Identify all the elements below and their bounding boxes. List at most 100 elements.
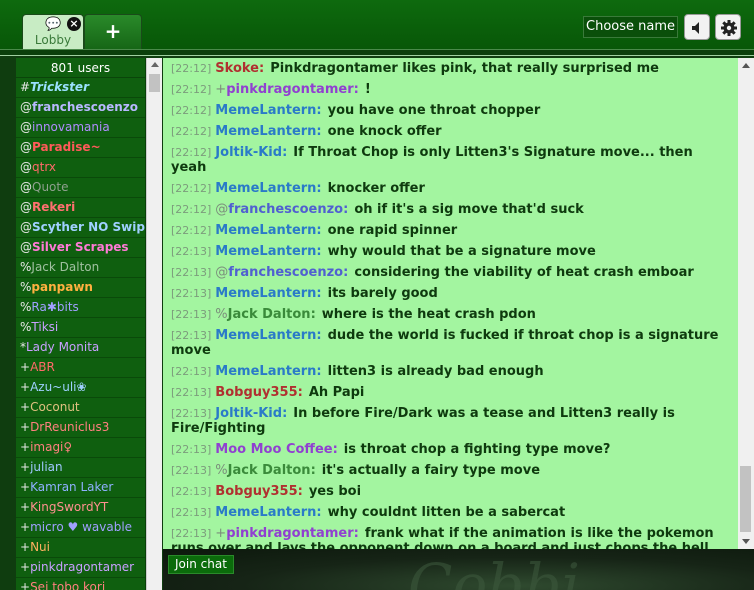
user-name[interactable]: Paradise~ — [32, 140, 101, 154]
user-name[interactable]: pinkdragontamer — [30, 560, 134, 574]
user-name[interactable]: julian — [30, 460, 63, 474]
choose-name-button[interactable]: Choose name — [583, 16, 678, 38]
user-name[interactable]: qtrx — [32, 160, 56, 174]
message-username[interactable]: +pinkdragontamer: — [215, 526, 359, 541]
user-list-item[interactable]: +julian — [16, 458, 145, 478]
message-username[interactable]: @franchescoenzo: — [215, 202, 348, 217]
user-list-item[interactable]: +Azu~uli❀ — [16, 378, 145, 398]
message-username[interactable]: Skoke: — [215, 61, 264, 76]
user-list-item[interactable]: +micro ♥ wavable — [16, 518, 145, 538]
message-text: knocker offer — [327, 181, 425, 196]
user-name[interactable]: innovamania — [32, 120, 110, 134]
message-username[interactable]: MemeLantern: — [215, 328, 321, 343]
user-name[interactable]: Jack Dalton — [31, 260, 99, 274]
user-list-item[interactable]: @Quote — [16, 178, 145, 198]
user-name[interactable]: imagi♀ — [30, 440, 72, 454]
message-username[interactable]: MemeLantern: — [215, 364, 321, 379]
message-username[interactable]: Bobguy355: — [215, 385, 303, 400]
scroll-down-arrow-icon[interactable] — [742, 539, 750, 544]
message-username[interactable]: MemeLantern: — [215, 181, 321, 196]
tab-lobby[interactable]: 💬 × Lobby — [22, 14, 84, 50]
chat-message: [22:12] MemeLantern: you have one throat c… — [171, 103, 730, 118]
message-timestamp: [22:12] — [171, 83, 212, 96]
user-name[interactable]: micro ♥ wavable — [30, 520, 132, 534]
user-list-item[interactable]: @franchescoenzo — [16, 98, 145, 118]
message-username[interactable]: MemeLantern: — [215, 505, 321, 520]
user-name[interactable]: Ra✱bits — [31, 300, 78, 314]
user-name[interactable]: Azu~uli❀ — [30, 380, 87, 394]
message-rank-symbol: @ — [215, 202, 229, 217]
scrollbar-thumb[interactable] — [149, 74, 160, 92]
user-list-item[interactable]: %Ra✱bits — [16, 298, 145, 318]
user-list-item[interactable]: +Kamran Laker — [16, 478, 145, 498]
user-name[interactable]: Quote — [32, 180, 68, 194]
user-name[interactable]: Scyther NO Swiping — [32, 220, 145, 234]
close-tab-icon[interactable]: × — [67, 17, 81, 31]
user-name[interactable]: Lady Monita — [26, 340, 99, 354]
user-rank-symbol: + — [20, 440, 31, 454]
user-list-item[interactable]: @qtrx — [16, 158, 145, 178]
user-list-item[interactable]: +Coconut — [16, 398, 145, 418]
user-list-item[interactable]: @innovamania — [16, 118, 145, 138]
user-name[interactable]: KingSwordYT — [30, 500, 108, 514]
scroll-up-arrow-icon[interactable] — [742, 63, 750, 68]
user-list-item[interactable]: +imagi♀ — [16, 438, 145, 458]
settings-button[interactable] — [715, 14, 741, 40]
user-name[interactable]: Nui — [30, 540, 50, 554]
chat-scrollbar[interactable] — [738, 58, 754, 549]
message-rank-symbol: @ — [215, 265, 229, 280]
user-name[interactable]: franchescoenzo — [32, 100, 138, 114]
user-list-item[interactable]: %Jack Dalton — [16, 258, 145, 278]
message-username-text: MemeLantern: — [215, 124, 322, 139]
message-username-text: MemeLantern: — [215, 286, 322, 301]
message-username[interactable]: MemeLantern: — [215, 286, 321, 301]
message-username[interactable]: Bobguy355: — [215, 484, 303, 499]
message-username[interactable]: +pinkdragontamer: — [215, 82, 359, 97]
sound-toggle-button[interactable] — [684, 14, 710, 40]
message-username[interactable]: %Jack Dalton: — [215, 463, 315, 478]
message-timestamp: [22:13] — [171, 464, 212, 477]
message-username[interactable]: %Jack Dalton: — [215, 307, 315, 322]
user-list-item[interactable]: +KingSwordYT — [16, 498, 145, 518]
user-list-item[interactable]: @Paradise~ — [16, 138, 145, 158]
message-username[interactable]: Joltik-Kid: — [215, 406, 287, 421]
user-name[interactable]: Silver Scrapes — [32, 240, 129, 254]
user-list-item[interactable]: @Silver Scrapes — [16, 238, 145, 258]
user-name[interactable]: ABR — [30, 360, 55, 374]
chat-message: [22:12] MemeLantern: one rapid spinner — [171, 223, 730, 238]
user-list-item[interactable]: %panpawn — [16, 278, 145, 298]
user-name[interactable]: Kamran Laker — [30, 480, 113, 494]
user-list-item[interactable]: @Scyther NO Swiping — [16, 218, 145, 238]
message-username[interactable]: Moo Moo Coffee: — [215, 442, 337, 457]
user-name[interactable]: Sei tobo kori — [30, 580, 105, 590]
user-list-item[interactable]: +pinkdragontamer — [16, 558, 145, 578]
user-list-item[interactable]: +Nui — [16, 538, 145, 558]
message-username[interactable]: MemeLantern: — [215, 244, 321, 259]
user-name[interactable]: Trickster — [30, 80, 89, 94]
user-list-item[interactable]: *Lady Monita — [16, 338, 145, 358]
message-username[interactable]: MemeLantern: — [215, 124, 321, 139]
user-list-item[interactable]: +ABR — [16, 358, 145, 378]
message-username[interactable]: Joltik-Kid: — [215, 145, 287, 160]
message-username[interactable]: @franchescoenzo: — [215, 265, 348, 280]
scroll-up-arrow-icon[interactable] — [151, 62, 159, 67]
new-tab-button[interactable]: + — [84, 14, 142, 50]
user-name[interactable]: panpawn — [31, 280, 93, 294]
chat-message: [22:13] Bobguy355: yes boi — [171, 484, 730, 499]
chat-message: [22:12] +pinkdragontamer:! — [171, 82, 730, 97]
user-list-item[interactable]: @Rekeri — [16, 198, 145, 218]
user-list-item[interactable]: #Trickster — [16, 78, 145, 98]
user-list[interactable]: 801 users #Trickster @franchescoenzo @inno… — [16, 58, 146, 590]
scrollbar-thumb[interactable] — [740, 466, 751, 532]
user-name[interactable]: DrReuniclus3 — [30, 420, 109, 434]
user-name[interactable]: Coconut — [30, 400, 80, 414]
user-name[interactable]: Rekeri — [32, 200, 75, 214]
message-username[interactable]: MemeLantern: — [215, 223, 321, 238]
user-list-scrollbar[interactable] — [146, 58, 162, 590]
join-chat-button[interactable]: Join chat — [168, 555, 234, 574]
user-list-item[interactable]: %Tiksi — [16, 318, 145, 338]
message-username[interactable]: MemeLantern: — [215, 103, 321, 118]
user-list-item[interactable]: +DrReuniclus3 — [16, 418, 145, 438]
user-list-item[interactable]: +Sei tobo kori — [16, 578, 145, 590]
user-name[interactable]: Tiksi — [31, 320, 58, 334]
